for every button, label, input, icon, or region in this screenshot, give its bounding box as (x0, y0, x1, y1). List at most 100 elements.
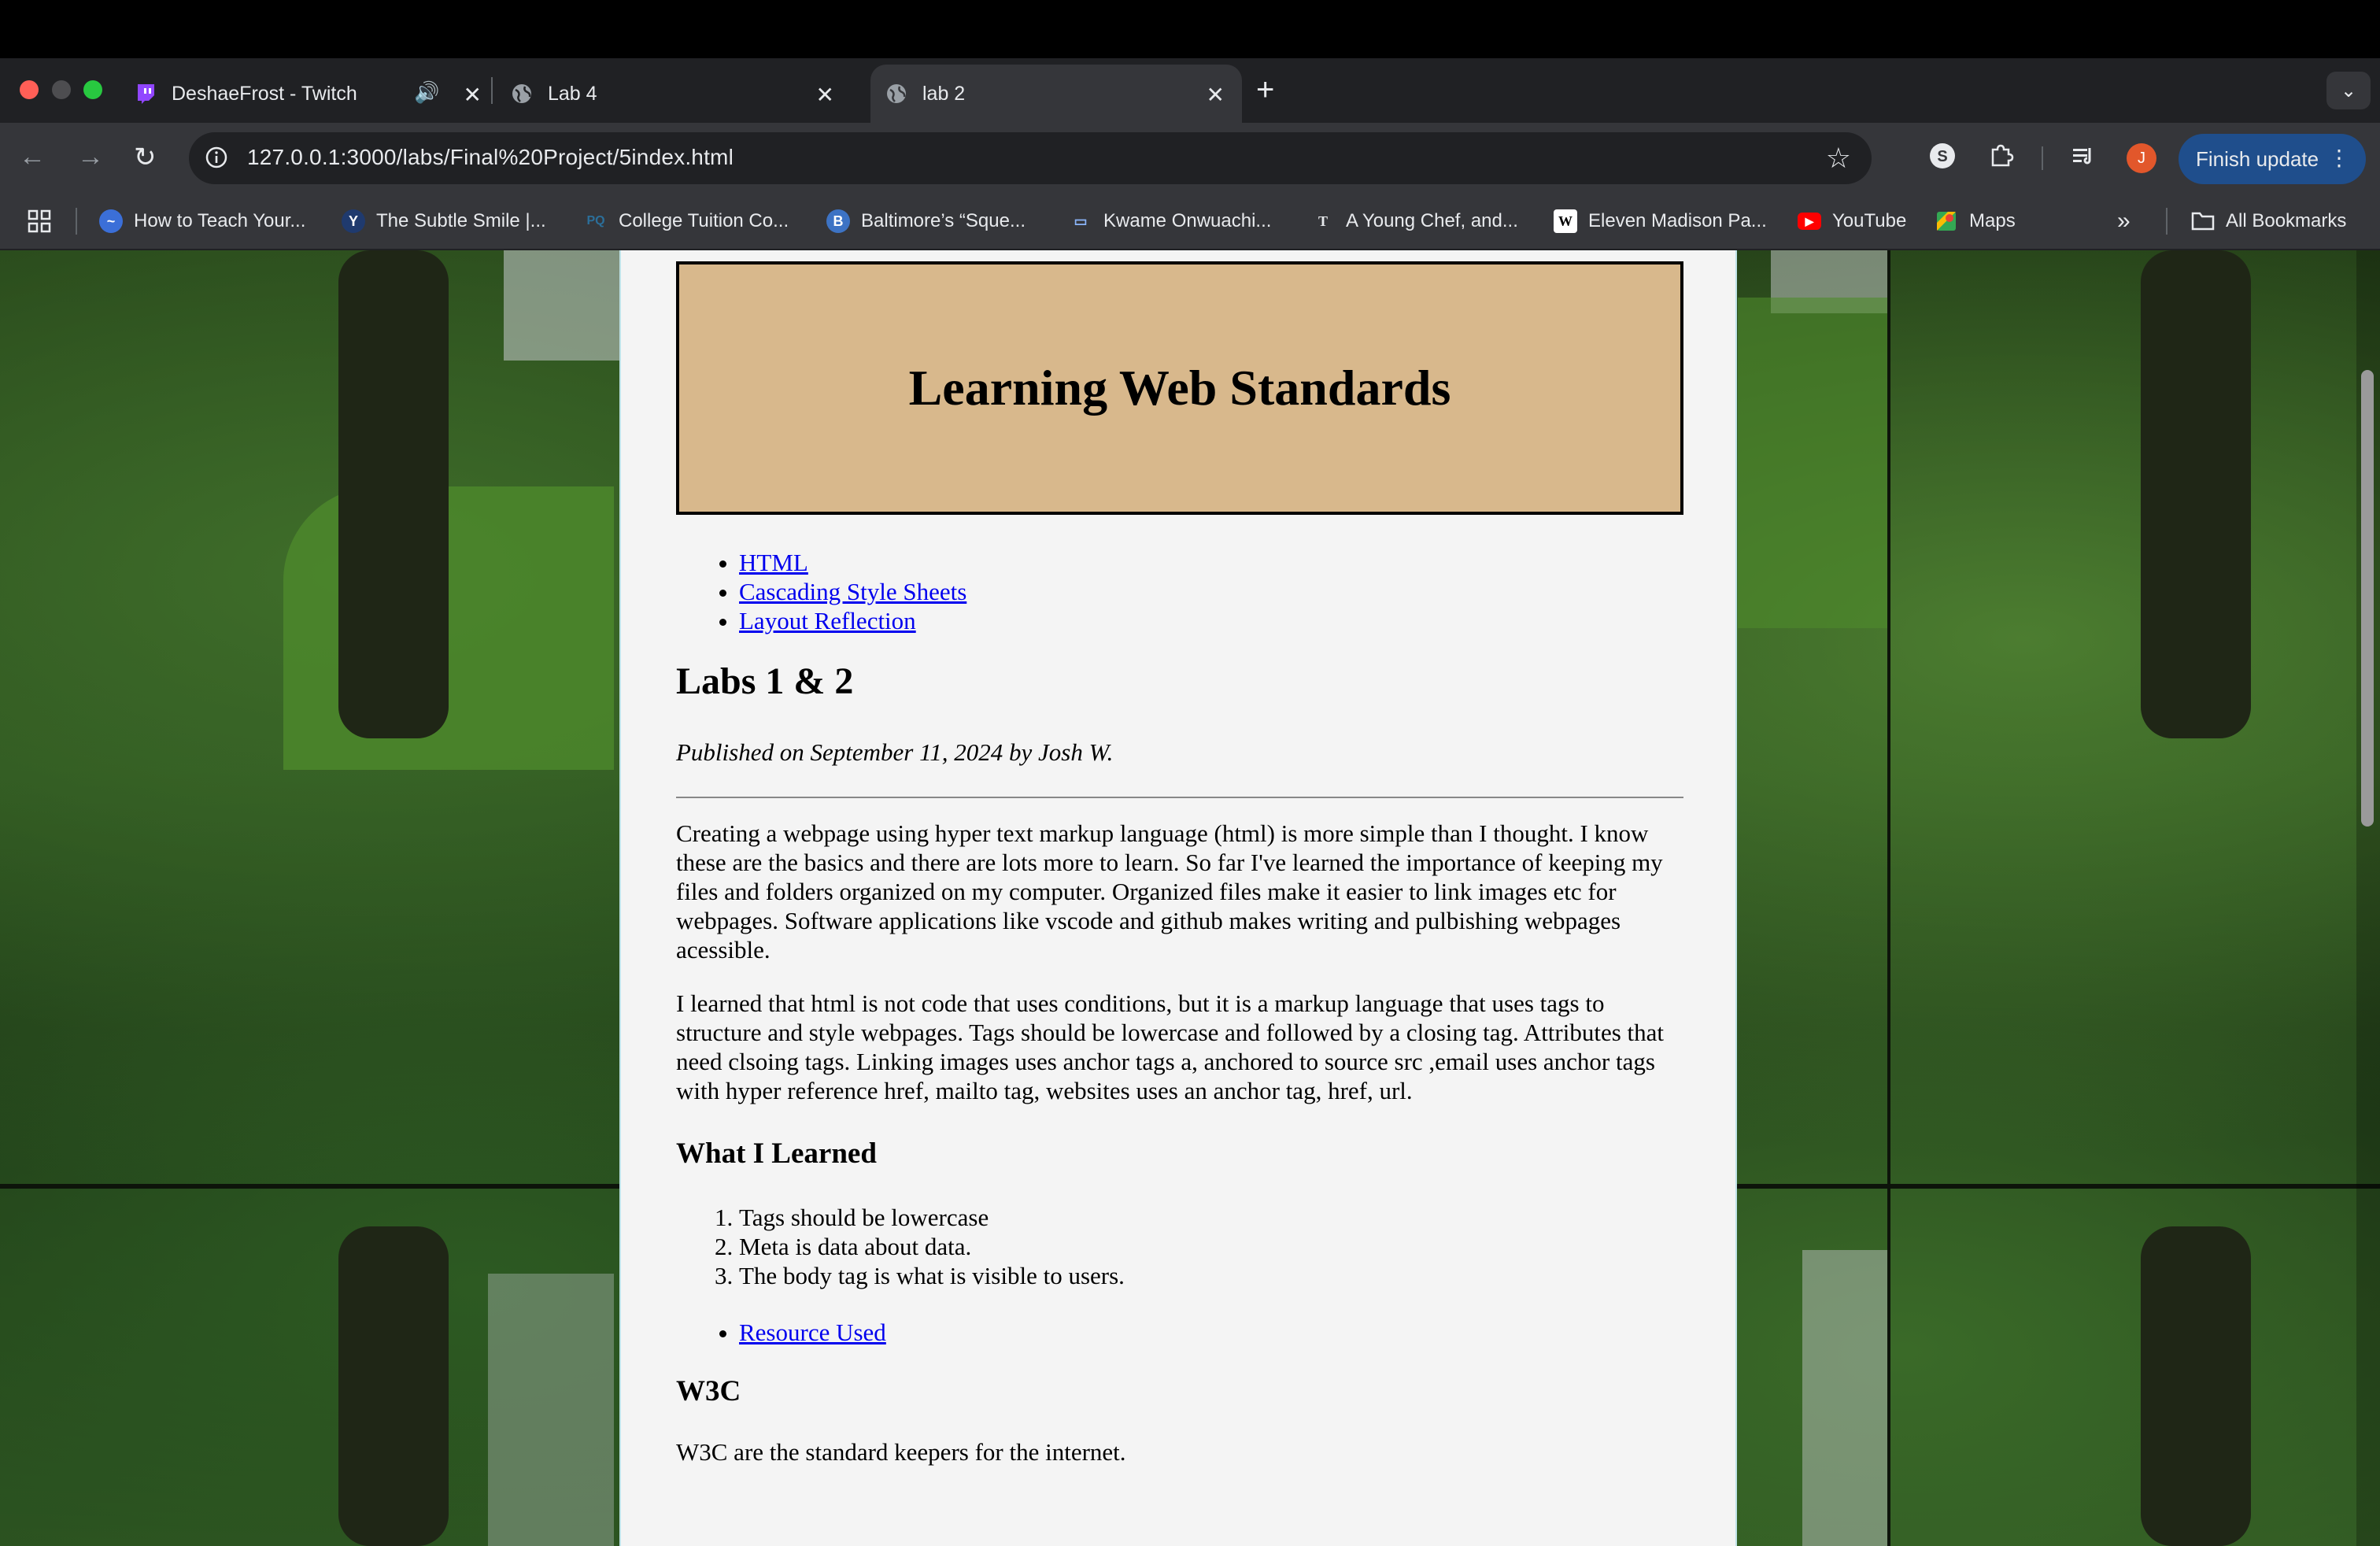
close-tab-icon[interactable]: ✕ (464, 82, 482, 108)
tile-seam (1887, 250, 1890, 1546)
extensions-puzzle-icon[interactable] (1986, 142, 2015, 176)
profile-avatar[interactable]: J (2127, 143, 2156, 173)
article-title: Labs 1 & 2 (676, 660, 854, 702)
tab-title: lab 2 (922, 82, 966, 105)
list-item: Resource Used (739, 1318, 886, 1347)
nav-item: HTML (739, 548, 966, 577)
bookmark-item[interactable]: ▭ Kwame Onwuachi... (1069, 206, 1271, 236)
yale-icon: Y (342, 209, 365, 233)
bookmark-label: Kwame Onwuachi... (1103, 210, 1272, 231)
bookmark-item[interactable]: B Baltimore’s “Sque... (826, 206, 1026, 236)
bookmark-label: College Tuition Co... (619, 210, 789, 231)
tree-trunk (338, 250, 449, 738)
url-text[interactable]: 127.0.0.1:3000/labs/Final%20Project/5ind… (247, 145, 734, 170)
bookmark-label: Baltimore’s “Sque... (861, 210, 1026, 231)
page-title: Learning Web Standards (908, 360, 1451, 416)
nav-link-layout-reflection[interactable]: Layout Reflection (739, 607, 916, 634)
back-arrow-icon[interactable]: ← (19, 142, 46, 172)
resource-list: Resource Used (676, 1318, 886, 1347)
list-item: Meta is data about data. (739, 1232, 1125, 1261)
globe-icon (885, 82, 908, 105)
media-controls-icon[interactable] (2070, 142, 2098, 176)
svg-text:S: S (1937, 148, 1947, 165)
list-item: The body tag is what is visible to users… (739, 1261, 1125, 1290)
forward-arrow-icon[interactable]: → (77, 142, 104, 172)
speaker-icon[interactable]: 🔊 (414, 80, 439, 105)
sky-patch (504, 250, 622, 361)
laptop-icon: ▭ (1074, 213, 1088, 229)
tab-title: DeshaeFrost - Twitch (172, 82, 357, 105)
bookmark-item[interactable]: PQ College Tuition Co... (584, 206, 789, 236)
bookmark-label: The Subtle Smile |... (376, 210, 546, 231)
resource-link[interactable]: Resource Used (739, 1319, 886, 1346)
grass-patch (1738, 298, 1887, 628)
nav-item: Cascading Style Sheets (739, 577, 966, 606)
nyt-icon: T (1318, 213, 1328, 229)
tab-lab-2[interactable]: lab 2 ✕ (870, 65, 1242, 123)
site-info-icon[interactable] (201, 142, 231, 172)
extension-s-icon[interactable]: S (1928, 142, 1957, 176)
toolbar-divider (2042, 146, 2043, 170)
all-bookmarks-button[interactable]: All Bookmarks (2191, 206, 2346, 236)
wikipedia-icon: W (1554, 209, 1577, 233)
zoom-window-button[interactable] (83, 80, 102, 99)
bookmark-label: Eleven Madison Pa... (1588, 210, 1767, 231)
youtube-icon: ▶ (1798, 213, 1821, 230)
nav-list: HTML Cascading Style Sheets Layout Refle… (676, 548, 966, 635)
close-tab-icon[interactable]: ✕ (816, 82, 834, 108)
bookmark-label: How to Teach Your... (134, 210, 306, 231)
byline: Published on September 11, 2024 by Josh … (676, 738, 1114, 766)
tree-trunk (2141, 250, 2251, 738)
finish-update-label: Finish update (2196, 146, 2319, 171)
maps-icon (1935, 209, 1958, 233)
learned-list: Tags should be lowercase Meta is data ab… (676, 1203, 1125, 1290)
page-header: Learning Web Standards (676, 261, 1683, 515)
bookmark-star-icon[interactable]: ☆ (1826, 142, 1851, 175)
more-bookmarks-chevron-icon[interactable]: » (2117, 206, 2131, 236)
tab-search-chevron-icon[interactable]: ⌄ (2326, 72, 2371, 109)
bookmark-item[interactable]: W Eleven Madison Pa... (1554, 206, 1767, 236)
globe-icon (510, 82, 534, 105)
grass-patch (283, 486, 614, 770)
main-content: Learning Web Standards HTML Cascading St… (619, 250, 1737, 1546)
tab-separator (491, 77, 493, 104)
bookmark-label: Maps (1969, 210, 2016, 231)
paragraph-1: Creating a webpage using hyper text mark… (676, 819, 1663, 963)
all-bookmarks-label: All Bookmarks (2226, 210, 2347, 231)
b-icon: B (826, 209, 850, 233)
new-tab-plus-icon[interactable]: + (1256, 72, 1274, 108)
nav-item: Layout Reflection (739, 606, 966, 635)
reload-icon[interactable]: ↻ (134, 142, 157, 173)
bookmark-item[interactable]: Maps (1935, 206, 2016, 236)
learned-heading: What I Learned (676, 1137, 877, 1170)
window-top-strip (0, 0, 2380, 58)
tab-twitch[interactable]: DeshaeFrost - Twitch 🔊 ✕ (134, 65, 488, 123)
tab-lab-4[interactable]: Lab 4 ✕ (510, 65, 852, 123)
scrollbar-thumb[interactable] (2361, 370, 2374, 827)
pq-icon: PQ (586, 214, 605, 227)
apps-grid-icon[interactable] (27, 206, 52, 236)
list-item: Tags should be lowercase (739, 1203, 1125, 1232)
bookmark-favicon-icon: ~ (99, 209, 123, 233)
nav-link-html[interactable]: HTML (739, 549, 808, 576)
divider (676, 797, 1683, 798)
nav-link-css[interactable]: Cascading Style Sheets (739, 578, 966, 605)
bookmark-item[interactable]: ~ How to Teach Your... (99, 206, 305, 236)
bookmarks-divider (76, 208, 77, 235)
address-bar[interactable]: 127.0.0.1:3000/labs/Final%20Project/5ind… (189, 132, 1872, 184)
twitch-icon (134, 82, 157, 105)
sky-patch (488, 1274, 614, 1546)
finish-update-button[interactable]: Finish update ⋮ (2179, 134, 2366, 184)
bookmark-item[interactable]: Y The Subtle Smile |... (342, 206, 546, 236)
sky-patch (1802, 1250, 1889, 1546)
bookmark-item[interactable]: T A Young Chef, and... (1311, 206, 1518, 236)
bookmark-item[interactable]: ▶ YouTube (1798, 206, 1906, 236)
close-window-button[interactable] (20, 80, 39, 99)
close-tab-icon[interactable]: ✕ (1207, 82, 1225, 108)
tree-trunk (2141, 1226, 2251, 1546)
bookmark-label: YouTube (1832, 210, 1907, 231)
w3c-paragraph: W3C are the standard keepers for the int… (676, 1438, 1126, 1466)
bookmarks-divider (2166, 208, 2168, 235)
menu-dots-icon[interactable]: ⋮ (2328, 145, 2350, 171)
minimize-window-button[interactable] (52, 80, 71, 99)
